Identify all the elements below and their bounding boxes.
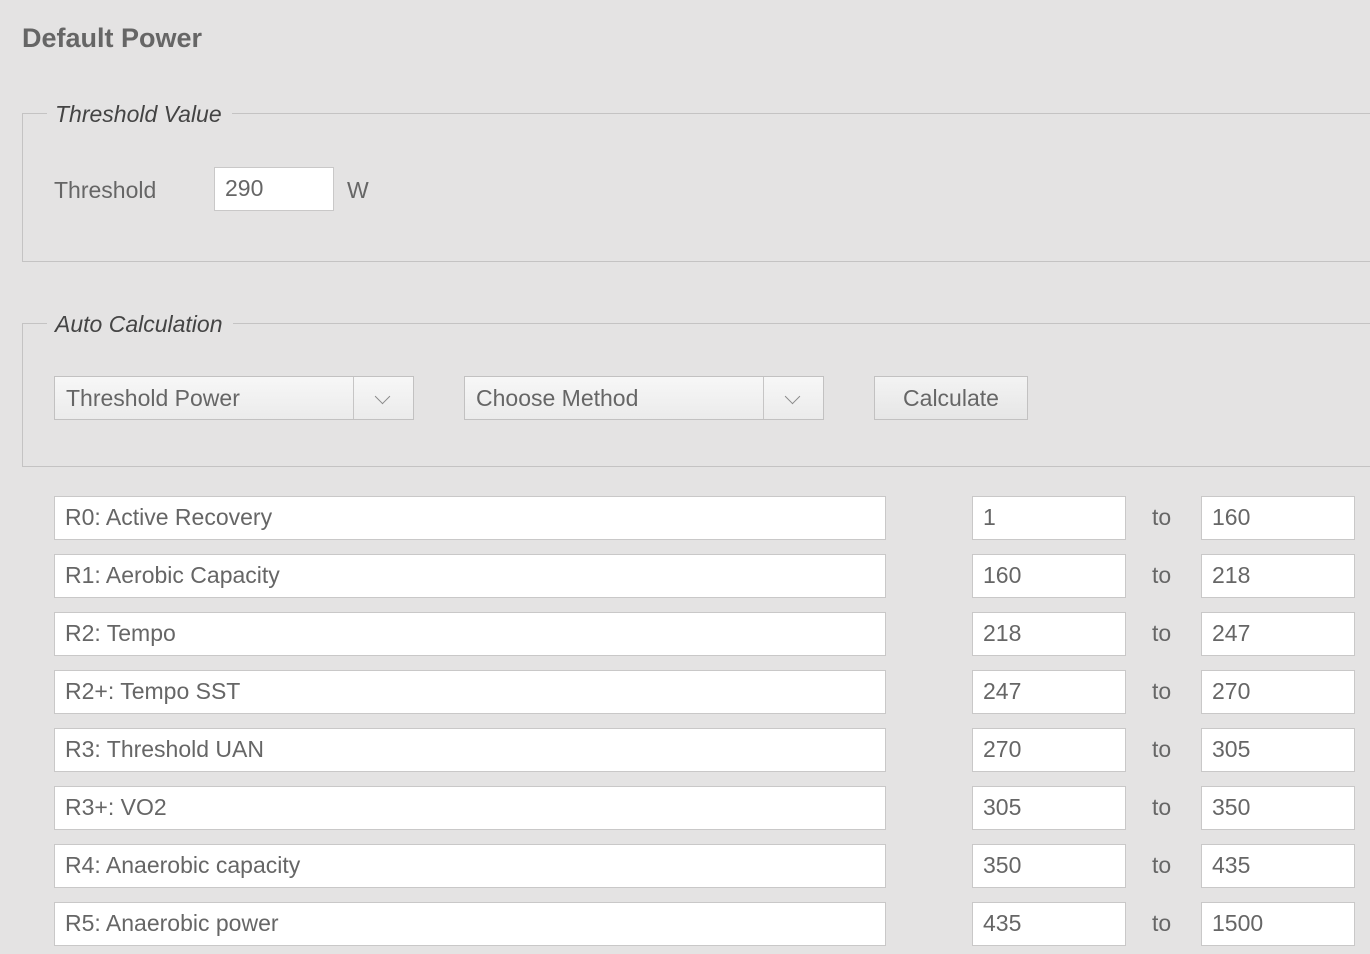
zone-name-input[interactable]: R3+: VO2 (54, 786, 886, 830)
zone-range-separator: to (1152, 910, 1172, 936)
threshold-type-select-value: Threshold Power (66, 385, 240, 411)
zone-from-input[interactable]: 435 (972, 902, 1126, 946)
zone-to-input[interactable]: 247 (1201, 612, 1355, 656)
zone-row: R1: Aerobic Capacity 160 to 218 (0, 554, 1370, 598)
zone-from-input[interactable]: 350 (972, 844, 1126, 888)
zone-range-separator: to (1152, 852, 1172, 878)
zone-name-input[interactable]: R2+: Tempo SST (54, 670, 886, 714)
zone-from-input[interactable]: 218 (972, 612, 1126, 656)
zone-range-separator: to (1152, 794, 1172, 820)
chevron-down-icon (374, 388, 391, 405)
zone-from-input[interactable]: 305 (972, 786, 1126, 830)
zone-name-input[interactable]: R4: Anaerobic capacity (54, 844, 886, 888)
zone-row: R4: Anaerobic capacity 350 to 435 (0, 844, 1370, 888)
threshold-type-dropdown-button[interactable] (353, 377, 413, 419)
zone-name-input[interactable]: R2: Tempo (54, 612, 886, 656)
power-settings-page: Default Power Threshold Value Threshold … (0, 0, 1370, 954)
zone-to-input[interactable]: 218 (1201, 554, 1355, 598)
zone-range-separator: to (1152, 678, 1172, 704)
method-dropdown-button[interactable] (763, 377, 823, 419)
zone-row: R2: Tempo 218 to 247 (0, 612, 1370, 656)
zone-row: R0: Active Recovery 1 to 160 (0, 496, 1370, 540)
zone-from-input[interactable]: 1 (972, 496, 1126, 540)
calculate-button[interactable]: Calculate (874, 376, 1028, 420)
chevron-down-icon (784, 388, 801, 405)
threshold-input[interactable]: 290 (214, 167, 334, 211)
zone-row: R2+: Tempo SST 247 to 270 (0, 670, 1370, 714)
zone-from-input[interactable]: 247 (972, 670, 1126, 714)
method-select[interactable]: Choose Method (464, 376, 824, 420)
zone-row: R5: Anaerobic power 435 to 1500 (0, 902, 1370, 946)
page-title: Default Power (22, 23, 203, 53)
zone-name-input[interactable]: R3: Threshold UAN (54, 728, 886, 772)
threshold-label: Threshold (54, 177, 157, 203)
threshold-value-legend: Threshold Value (47, 101, 232, 127)
threshold-unit: W (347, 177, 369, 203)
zone-to-input[interactable]: 435 (1201, 844, 1355, 888)
zone-row: R3+: VO2 305 to 350 (0, 786, 1370, 830)
zone-name-input[interactable]: R1: Aerobic Capacity (54, 554, 886, 598)
zone-from-input[interactable]: 160 (972, 554, 1126, 598)
zone-to-input[interactable]: 305 (1201, 728, 1355, 772)
zone-range-separator: to (1152, 504, 1172, 530)
auto-calculation-legend: Auto Calculation (47, 311, 233, 337)
auto-calculation-fieldset: Auto Calculation Threshold Power Choose … (22, 311, 1370, 467)
zone-range-separator: to (1152, 562, 1172, 588)
threshold-type-select[interactable]: Threshold Power (54, 376, 414, 420)
zone-name-input[interactable]: R0: Active Recovery (54, 496, 886, 540)
method-select-value: Choose Method (476, 385, 639, 411)
zone-to-input[interactable]: 160 (1201, 496, 1355, 540)
zone-to-input[interactable]: 350 (1201, 786, 1355, 830)
zone-name-input[interactable]: R5: Anaerobic power (54, 902, 886, 946)
zone-row: R3: Threshold UAN 270 to 305 (0, 728, 1370, 772)
zone-to-input[interactable]: 270 (1201, 670, 1355, 714)
zone-from-input[interactable]: 270 (972, 728, 1126, 772)
zone-to-input[interactable]: 1500 (1201, 902, 1355, 946)
zone-range-separator: to (1152, 620, 1172, 646)
threshold-value-fieldset: Threshold Value Threshold 290 W (22, 101, 1370, 262)
zone-range-separator: to (1152, 736, 1172, 762)
